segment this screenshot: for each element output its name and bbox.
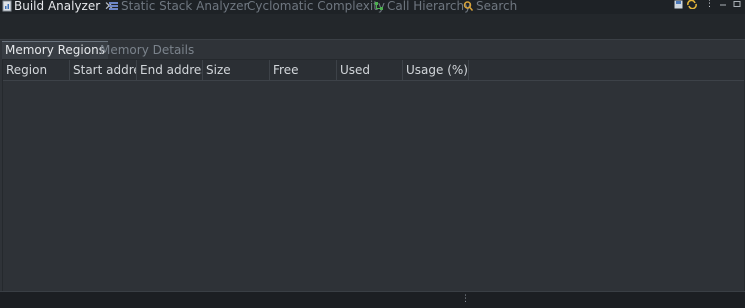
column-header-size[interactable]: Size (203, 60, 270, 80)
tab-call-hierarchy[interactable]: Call Hierarchy (374, 0, 471, 14)
save-icon[interactable] (674, 0, 684, 9)
minimize-icon[interactable] (719, 0, 729, 9)
column-header-usage[interactable]: Usage (%) (403, 60, 469, 80)
status-bar: ⋮ (0, 291, 745, 308)
tab-memory-regions[interactable]: Memory Regions (2, 41, 108, 59)
tab-build-analyzer[interactable]: Build Analyzer✕ (2, 0, 114, 14)
tab-call-hierarchy-label: Call Hierarchy (387, 0, 472, 13)
column-header-free[interactable]: Free (270, 60, 337, 80)
tab-cyclomatic-complexity-label: Cyclomatic Complexity (247, 0, 386, 13)
inner-tab-bar: Memory Regions Memory Details (0, 40, 745, 59)
view-tab-bar: Build Analyzer✕ Static Stack Analyzer Cy… (0, 0, 745, 14)
table-header: Region Start addre End addres Size Free … (3, 60, 744, 81)
column-header-start-address[interactable]: Start addre (70, 60, 137, 80)
call-hierarchy-icon (374, 0, 385, 15)
tab-memory-details[interactable]: Memory Details (100, 42, 194, 58)
tab-build-analyzer-label: Build Analyzer (14, 0, 101, 13)
toolbar-strip (0, 14, 745, 40)
stack-analyzer-icon (108, 0, 119, 15)
column-header-region[interactable]: Region (3, 60, 70, 80)
resize-grip-icon[interactable]: ⋮ (461, 295, 470, 304)
tab-search[interactable]: Search (463, 0, 517, 14)
refresh-icon[interactable] (687, 0, 697, 10)
tab-cyclomatic-complexity[interactable]: Cyclomatic Complexity (247, 0, 385, 14)
search-icon (463, 0, 474, 15)
tab-static-stack-analyzer[interactable]: Static Stack Analyzer (108, 0, 248, 14)
column-header-end-address[interactable]: End addres (137, 60, 203, 80)
tab-search-label: Search (476, 0, 518, 13)
document-chart-icon (2, 0, 12, 15)
build-analyzer-panel: Memory Regions Memory Details Region Sta… (0, 40, 745, 293)
maximize-icon[interactable] (733, 0, 743, 9)
memory-regions-table: Region Start addre End addres Size Free … (2, 59, 745, 293)
column-header-used[interactable]: Used (337, 60, 403, 80)
tab-static-stack-analyzer-label: Static Stack Analyzer (121, 0, 249, 13)
view-menu-icon[interactable]: ⋮ (705, 0, 715, 9)
